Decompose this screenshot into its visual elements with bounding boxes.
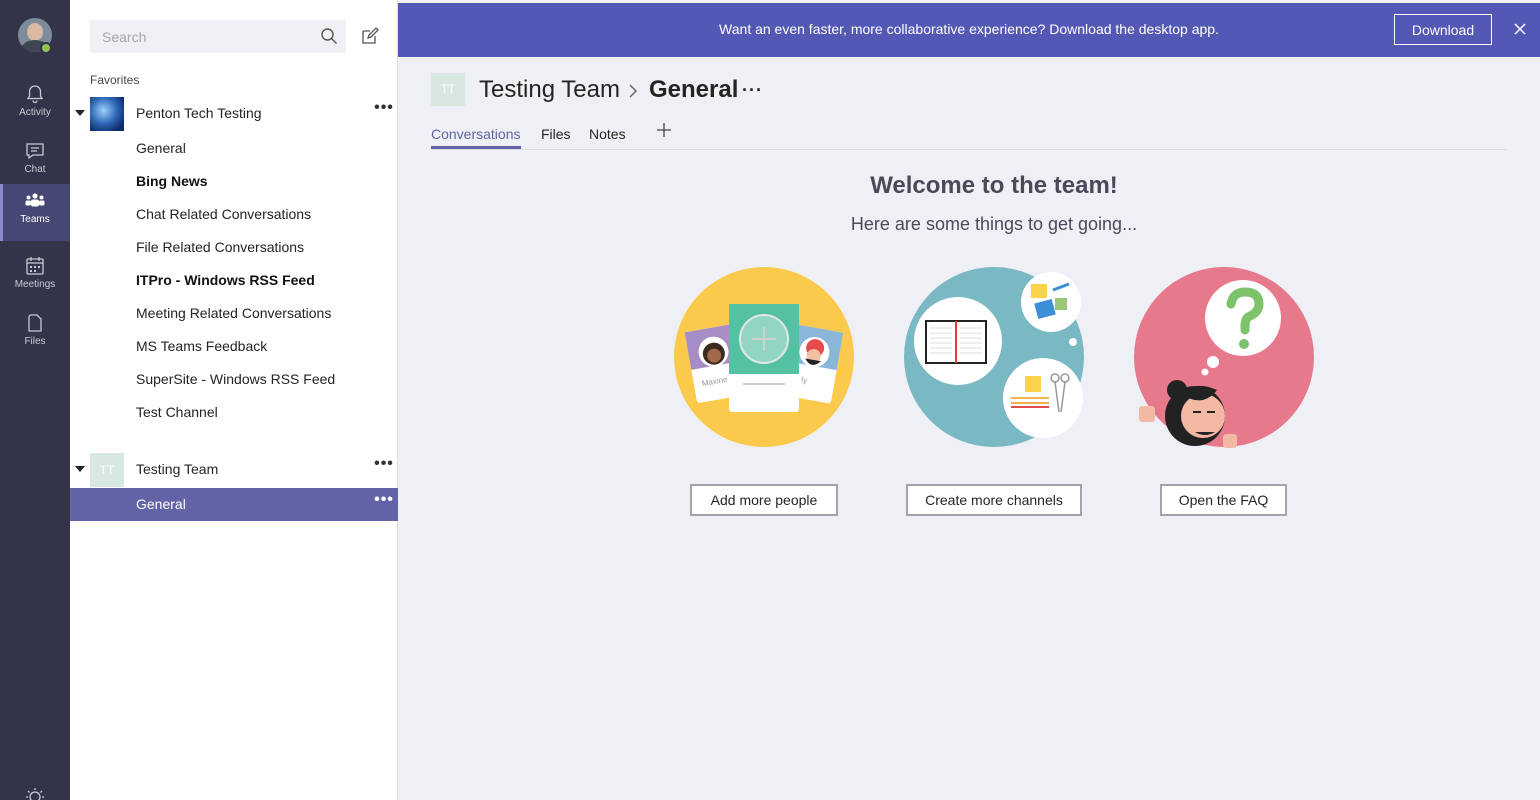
add-people-illustration: Maxine ly (674, 267, 854, 447)
search-icon[interactable] (320, 27, 338, 45)
rail-activity-label: Activity (19, 107, 51, 118)
create-channels-illustration (904, 267, 1084, 447)
rail-teams-label: Teams (20, 214, 50, 225)
channel-meeting-related[interactable]: Meeting Related Conversations (70, 297, 398, 330)
channel-general[interactable]: General (70, 132, 398, 165)
channel-name: General (136, 496, 186, 512)
team-logo: TT (431, 73, 465, 106)
favorites-label: Favorites (90, 73, 140, 87)
channel-supersite-rss[interactable]: SuperSite - Windows RSS Feed (70, 363, 398, 396)
channel-more-options-button[interactable]: ··· (742, 80, 763, 101)
page-title: General (649, 76, 739, 103)
channel-general-selected[interactable]: General ••• (70, 488, 398, 521)
rail-chat-label: Chat (24, 164, 46, 175)
channel-file-related[interactable]: File Related Conversations (70, 231, 398, 264)
breadcrumb-team[interactable]: Testing Team (479, 76, 620, 104)
caret-down-icon[interactable] (75, 466, 85, 472)
add-tab-icon[interactable] (656, 122, 672, 138)
team-name: Testing Team (136, 461, 219, 477)
channel-bing-news[interactable]: Bing News (70, 165, 398, 198)
channel-ms-teams-feedback[interactable]: MS Teams Feedback (70, 330, 398, 363)
channel-itpro-rss[interactable]: ITPro - Windows RSS Feed (70, 264, 398, 297)
rail-chat[interactable]: Chat (0, 134, 70, 191)
rail-files[interactable]: Files (0, 306, 70, 363)
chat-icon (26, 143, 44, 160)
banner-message: Want an even faster, more collaborative … (719, 21, 1219, 37)
lightbulb-icon[interactable] (24, 786, 46, 800)
channel-chat-related[interactable]: Chat Related Conversations (70, 198, 398, 231)
search-box (90, 20, 346, 53)
file-icon (28, 314, 42, 332)
desktop-app-banner: Want an even faster, more collaborative … (398, 3, 1540, 57)
rail-meetings-label: Meetings (14, 279, 56, 290)
tab-conversations[interactable]: Conversations (431, 126, 521, 149)
welcome-title: Welcome to the team! (870, 172, 1118, 199)
team-logo: TT (90, 453, 124, 487)
teams-panel: Favorites Penton Tech Testing ••• Genera… (70, 0, 398, 800)
compose-icon[interactable] (360, 26, 380, 46)
add-more-people-button[interactable]: Add more people (690, 484, 838, 516)
calendar-icon (26, 257, 44, 275)
team-more-options-button[interactable]: ••• (372, 100, 396, 124)
team-row-penton-tech-testing[interactable]: Penton Tech Testing ••• (70, 97, 398, 131)
caret-down-icon[interactable] (75, 110, 85, 116)
faq-illustration (1134, 267, 1314, 448)
team-logo (90, 97, 124, 131)
bell-icon (26, 85, 44, 104)
close-icon[interactable] (1510, 19, 1530, 39)
presence-available-icon (40, 42, 52, 54)
tab-files[interactable]: Files (541, 126, 571, 142)
channel-tabs: Conversations Files Notes (431, 122, 1507, 150)
channel-test-channel[interactable]: Test Channel (70, 396, 398, 429)
tab-notes[interactable]: Notes (589, 126, 626, 142)
rail-files-label: Files (24, 336, 46, 347)
channel-more-options-button[interactable]: ••• (372, 488, 396, 521)
team-more-options-button[interactable]: ••• (372, 456, 396, 480)
team-row-testing-team[interactable]: TT Testing Team ••• (70, 453, 398, 487)
rail-meetings[interactable]: Meetings (0, 249, 70, 306)
welcome-subtitle: Here are some things to get going... (850, 214, 1138, 234)
team-name: Penton Tech Testing (136, 105, 262, 121)
teams-icon (25, 193, 45, 207)
rail-activity[interactable]: Activity (0, 77, 70, 134)
open-faq-button[interactable]: Open the FAQ (1160, 484, 1287, 516)
download-button[interactable]: Download (1394, 14, 1492, 45)
search-input[interactable] (90, 20, 300, 53)
chevron-right-icon (629, 84, 638, 98)
rail-teams[interactable]: Teams (0, 184, 70, 241)
create-more-channels-button[interactable]: Create more channels (906, 484, 1082, 516)
app-rail: Activity Chat Teams Meetings Files (0, 0, 70, 800)
